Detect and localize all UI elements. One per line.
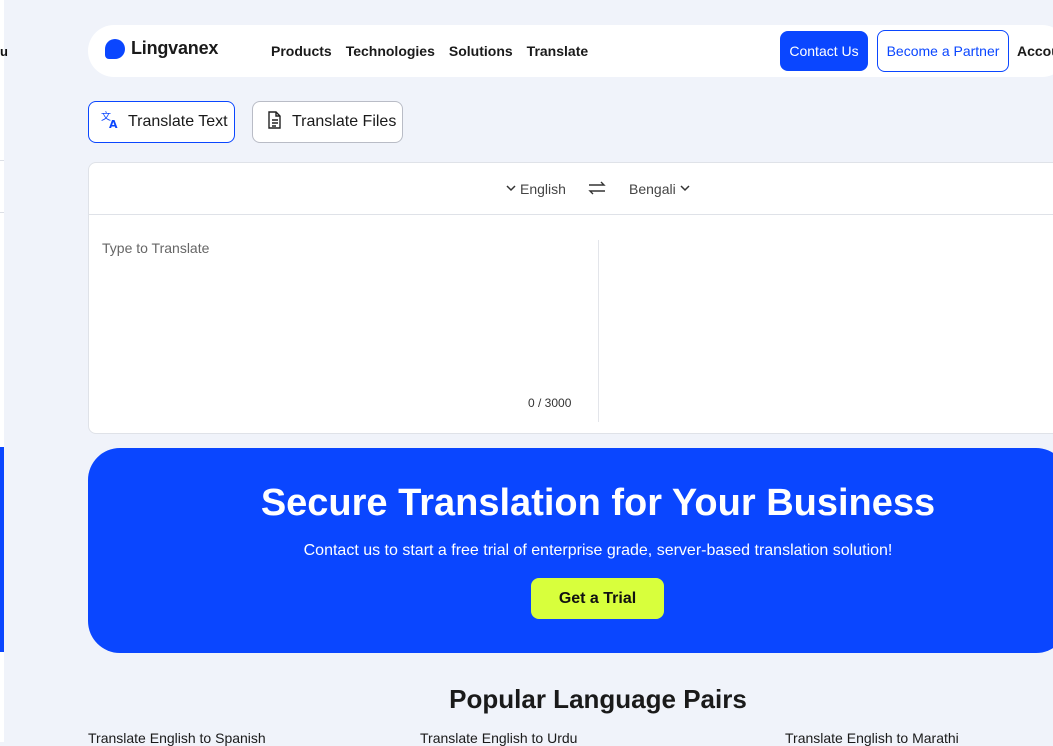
logo-text: Lingvanex: [131, 38, 219, 58]
sidebar-divider: [0, 160, 4, 161]
source-text-input[interactable]: [102, 240, 582, 380]
nav-item-solutions[interactable]: Solutions: [449, 43, 513, 59]
chevron-down-icon: [679, 181, 691, 197]
tab-translate-files[interactable]: Translate Files: [252, 101, 403, 143]
become-partner-button[interactable]: Become a Partner: [877, 30, 1009, 72]
target-text-output: [612, 240, 1052, 420]
left-sidebar-edge: u: [0, 0, 8, 742]
target-language-label: Bengali: [629, 181, 676, 197]
language-bar: English Bengali: [89, 163, 1053, 215]
sidebar-highlight: [0, 447, 4, 652]
chevron-down-icon: [505, 181, 517, 197]
nav-item-technologies[interactable]: Technologies: [346, 43, 435, 59]
character-counter: 0 / 3000: [528, 396, 572, 410]
popular-pairs-heading: Popular Language Pairs: [449, 684, 747, 714]
language-pair-link[interactable]: Translate English to Spanish: [88, 730, 266, 746]
promo-banner: Secure Translation for Your Business Con…: [88, 448, 1053, 653]
panel-divider: [598, 240, 599, 422]
translate-icon: 文 A: [100, 110, 128, 135]
source-language-label: English: [520, 181, 566, 197]
contact-us-button[interactable]: Contact Us: [780, 31, 868, 71]
source-language-select[interactable]: English: [505, 181, 566, 197]
tab-translate-text-label: Translate Text: [128, 113, 228, 130]
account-link[interactable]: Accou: [1017, 43, 1053, 59]
target-language-select[interactable]: Bengali: [629, 181, 691, 197]
logo[interactable]: Lingvanex: [105, 38, 218, 59]
site-header: Lingvanex Products Technologies Solution…: [88, 25, 1053, 77]
logo-icon: [105, 38, 125, 59]
translator-panel: English Bengali 0 / 3000: [88, 162, 1053, 434]
sidebar-fragment-text: u: [0, 44, 8, 59]
language-pair-link[interactable]: Translate English to Marathi: [785, 730, 959, 746]
tab-translate-text[interactable]: 文 A Translate Text: [88, 101, 235, 143]
get-trial-button[interactable]: Get a Trial: [531, 578, 664, 619]
sidebar-divider: [0, 212, 4, 213]
main-nav: Products Technologies Solutions Translat…: [271, 43, 588, 59]
swap-languages-button[interactable]: [587, 180, 607, 201]
promo-title: Secure Translation for Your Business: [260, 482, 936, 524]
nav-item-translate[interactable]: Translate: [527, 43, 588, 59]
svg-text:A: A: [109, 118, 118, 130]
promo-subtitle: Contact us to start a free trial of ente…: [303, 542, 893, 559]
document-icon: [264, 110, 292, 135]
tab-translate-files-label: Translate Files: [292, 113, 397, 130]
nav-item-products[interactable]: Products: [271, 43, 332, 59]
swap-icon: [587, 181, 607, 200]
language-pair-link[interactable]: Translate English to Urdu: [420, 730, 577, 746]
